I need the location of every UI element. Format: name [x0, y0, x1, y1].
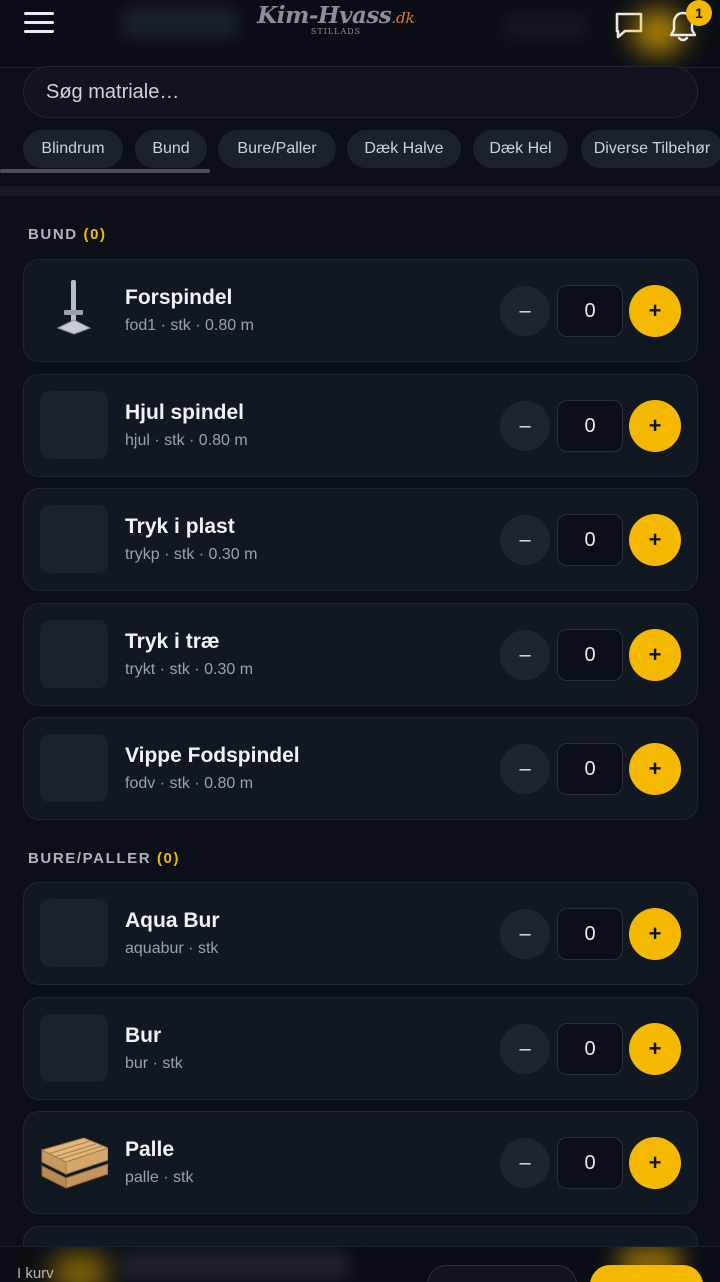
product-name: Forspindel	[125, 286, 233, 309]
list-item: Tryk i plast trykp · stk · 0.30 m – 0 +	[23, 488, 698, 591]
decrease-button[interactable]: –	[500, 286, 550, 336]
list-item: Tryk i træ trykt · stk · 0.30 m – 0 +	[23, 603, 698, 706]
product-name: Vippe Fodspindel	[125, 744, 300, 767]
section-title-text: BUND	[28, 226, 78, 243]
product-image-placeholder	[40, 1014, 108, 1082]
product-image-placeholder	[40, 734, 108, 802]
decrease-button[interactable]: –	[500, 630, 550, 680]
chip-daek-halve[interactable]: Dæk Halve	[347, 130, 461, 168]
chip-diverse-tilbehor[interactable]: Diverse Tilbehør	[581, 130, 720, 168]
decrease-button[interactable]: –	[500, 744, 550, 794]
divider	[0, 186, 720, 196]
quantity-field[interactable]: 0	[557, 629, 623, 681]
product-name: Aqua Bur	[125, 909, 220, 932]
section-count: (0)	[156, 850, 181, 867]
increase-button[interactable]: +	[629, 1023, 681, 1075]
product-meta: trykp · stk · 0.30 m	[125, 546, 258, 563]
increase-button[interactable]: +	[629, 400, 681, 452]
quantity-field[interactable]: 0	[557, 1137, 623, 1189]
product-image-placeholder	[40, 620, 108, 688]
product-name: Palle	[125, 1138, 175, 1161]
chip-bund[interactable]: Bund	[135, 130, 207, 168]
product-image-placeholder	[40, 899, 108, 967]
product-name: Bur	[125, 1024, 162, 1047]
quantity-field[interactable]: 0	[557, 743, 623, 795]
decrease-button[interactable]: –	[500, 1024, 550, 1074]
product-meta: palle · stk	[125, 1169, 194, 1186]
product-image-placeholder	[40, 505, 108, 573]
product-meta: aquabur · stk	[125, 940, 219, 957]
notification-badge: 1	[686, 0, 712, 26]
logo-domain: .dk	[391, 9, 415, 27]
pallet-image	[40, 1137, 108, 1189]
blurred-region	[120, 6, 240, 40]
list-item: Palle palle · stk – 0 +	[23, 1111, 698, 1214]
list-item: Vippe Fodspindel fodv · stk · 0.80 m – 0…	[23, 717, 698, 820]
basket-label: I kurv	[17, 1265, 54, 1282]
brand-logo[interactable]: Kim-Hvass.dk STILLADS	[256, 2, 416, 36]
decrease-button[interactable]: –	[500, 401, 550, 451]
product-meta: fodv · stk · 0.80 m	[125, 775, 254, 792]
product-meta: hjul · stk · 0.80 m	[125, 432, 248, 449]
quantity-field[interactable]: 0	[557, 908, 623, 960]
product-name: Hjul spindel	[125, 401, 245, 424]
list-item: Hjul spindel hjul · stk · 0.80 m – 0 +	[23, 374, 698, 477]
list-item: Bur bur · stk – 0 +	[23, 997, 698, 1100]
app-header: Kim-Hvass.dk STILLADS 1	[0, 0, 720, 68]
blurred-region	[120, 1251, 350, 1279]
product-meta: bur · stk	[125, 1055, 183, 1072]
section-title-bund: BUND (0)	[28, 226, 107, 243]
menu-icon[interactable]	[24, 12, 54, 36]
increase-button[interactable]: +	[629, 743, 681, 795]
product-image	[56, 280, 92, 335]
secondary-button[interactable]	[427, 1265, 577, 1282]
increase-button[interactable]: +	[629, 629, 681, 681]
increase-button[interactable]: +	[629, 285, 681, 337]
logo-text: Kim-Hvass	[257, 2, 392, 29]
checkout-button[interactable]	[590, 1265, 703, 1282]
product-meta: trykt · stk · 0.30 m	[125, 661, 254, 678]
section-title-text: BURE/PALLER	[28, 850, 152, 867]
blurred-region	[50, 1253, 110, 1282]
decrease-button[interactable]: –	[500, 909, 550, 959]
product-name: Tryk i træ	[125, 630, 220, 653]
chip-daek-hel[interactable]: Dæk Hel	[473, 130, 568, 168]
list-item: Aqua Bur aquabur · stk – 0 +	[23, 882, 698, 985]
blurred-region	[500, 12, 590, 40]
product-image-placeholder	[40, 391, 108, 459]
product-name: Tryk i plast	[125, 515, 235, 538]
chip-bure-paller[interactable]: Bure/Paller	[218, 130, 336, 168]
quantity-field[interactable]: 0	[557, 1023, 623, 1075]
section-count: (0)	[83, 226, 107, 243]
quantity-field[interactable]: 0	[557, 514, 623, 566]
increase-button[interactable]: +	[629, 1137, 681, 1189]
increase-button[interactable]: +	[629, 908, 681, 960]
quantity-field[interactable]: 0	[557, 285, 623, 337]
decrease-button[interactable]: –	[500, 515, 550, 565]
search-input[interactable]	[23, 66, 698, 118]
chips-scroll-indicator[interactable]	[0, 169, 210, 173]
section-title-bure-paller: BURE/PALLER (0)	[28, 850, 180, 867]
increase-button[interactable]: +	[629, 514, 681, 566]
product-meta: fod1 · stk · 0.80 m	[125, 317, 254, 334]
chip-blindrum[interactable]: Blindrum	[23, 130, 123, 168]
notifications-button[interactable]: 1	[664, 0, 712, 48]
quantity-field[interactable]: 0	[557, 400, 623, 452]
decrease-button[interactable]: –	[500, 1138, 550, 1188]
basket-bar: I kurv	[0, 1246, 720, 1282]
list-item: Forspindel fod1 · stk · 0.80 m – 0 +	[23, 259, 698, 362]
